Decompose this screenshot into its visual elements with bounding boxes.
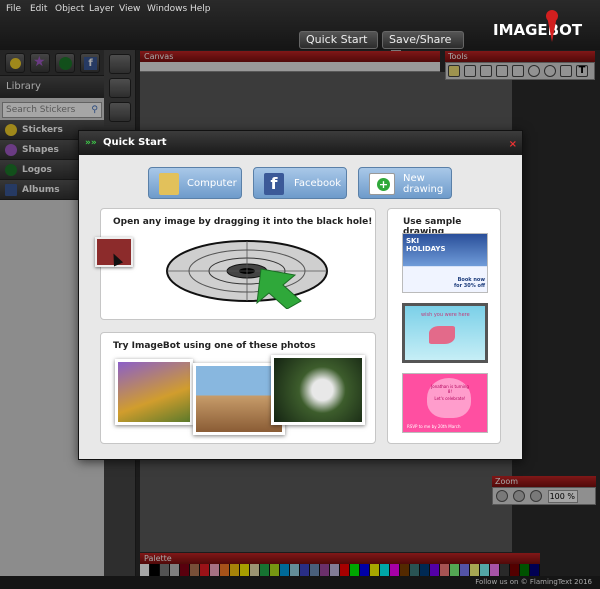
top-bar: File Edit Object Layer View Windows Help… [0, 0, 600, 62]
save-share-label: Save/Share [389, 33, 452, 46]
computer-label: Computer [187, 178, 237, 189]
ski-offer: Book now for 30% off [453, 277, 485, 289]
open-facebook-button[interactable]: f Facebook [253, 167, 347, 199]
flowers-photo[interactable] [115, 359, 193, 425]
save-share-button[interactable]: Save/Share [382, 31, 464, 60]
quick-start-button[interactable]: Quick Start »» [299, 31, 378, 62]
menu-edit[interactable]: Edit [30, 4, 47, 14]
menu-view[interactable]: View [119, 4, 140, 14]
invite-line2: Let's celebrate! [434, 396, 466, 401]
menu-windows[interactable]: Windows [147, 4, 187, 14]
quick-start-arrows-icon: »» [85, 138, 97, 148]
menu-help[interactable]: Help [190, 4, 211, 14]
new-drawing-icon: + [369, 173, 395, 195]
ski-subtitle: HOLIDAYS [406, 245, 446, 253]
sample-birthday-invite[interactable]: Jonathan is turning 8! Let's celebrate! … [402, 373, 488, 433]
invite-line1: Jonathan is turning 8! [431, 384, 469, 394]
menu-file[interactable]: File [6, 4, 21, 14]
sample-photos-panel: Try ImageBot using one of these photos [100, 332, 376, 444]
sample-drawings-panel: Use sample drawing SKI HOLIDAYS Book now… [387, 208, 501, 444]
sample-postcard[interactable]: wish you were here [402, 303, 488, 363]
folder-icon [159, 173, 179, 195]
butterfly-photo[interactable] [271, 355, 365, 425]
facebook-label: Facebook [294, 178, 341, 189]
new-drawing-button[interactable]: + New drawing [358, 167, 452, 199]
open-computer-button[interactable]: Computer [148, 167, 242, 199]
menu-object[interactable]: Object [55, 4, 84, 14]
drop-zone-title: Open any image by dragging it into the b… [113, 217, 373, 227]
close-icon[interactable]: × [509, 133, 517, 157]
menu-layer[interactable]: Layer [89, 4, 114, 14]
new-drawing-label: New drawing [403, 173, 444, 195]
footer: Follow us on © FlamingText 2016 [0, 576, 600, 589]
ski-title: SKI [406, 237, 420, 245]
sample-ski-holidays[interactable]: SKI HOLIDAYS Book now for 30% off [402, 233, 488, 293]
quick-start-dialog: »» Quick Start × Computer f Facebook + N… [78, 130, 523, 460]
black-hole-icon [166, 240, 328, 309]
logo-head-icon [546, 10, 558, 22]
sample-photos-title: Try ImageBot using one of these photos [113, 341, 316, 351]
dialog-title: Quick Start [103, 137, 167, 148]
drop-zone-panel[interactable]: Open any image by dragging it into the b… [95, 208, 376, 320]
postcard-text: wish you were here [421, 312, 470, 318]
flamingo-icon [429, 326, 455, 344]
logo-text: IMAGEBOT [493, 21, 583, 39]
facebook-icon: f [264, 173, 284, 195]
quick-start-label: Quick Start [306, 33, 368, 46]
invite-rsvp: RSVP to me by 20th March [407, 424, 461, 429]
imagebot-logo: IMAGEBOT [493, 10, 583, 42]
dialog-header: »» Quick Start × [79, 131, 522, 155]
